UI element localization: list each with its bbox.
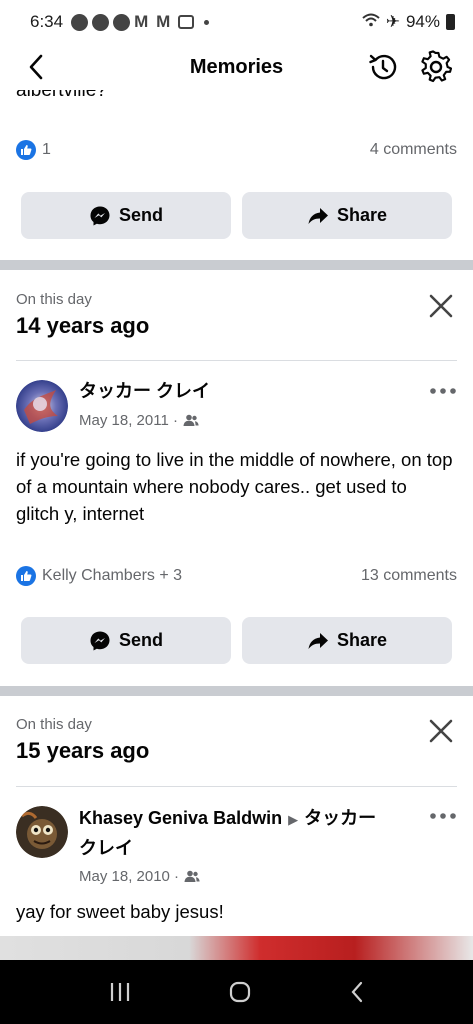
- post-actions: Send Share: [21, 192, 452, 239]
- send-label: Send: [118, 630, 163, 650]
- share-arrow-icon: [308, 207, 328, 224]
- post-date[interactable]: May 18, 2010 ·: [79, 868, 179, 885]
- post-actions: Send Share: [21, 617, 452, 664]
- post-meta: May 18, 2011 ·: [79, 412, 199, 429]
- years-ago-title: 15 years ago: [16, 738, 150, 763]
- messenger-notification-icon: [113, 13, 131, 31]
- author-name[interactable]: タッカー クレイ: [79, 377, 210, 406]
- system-nav-bar: [0, 960, 473, 1024]
- like-icon: [16, 140, 36, 160]
- section-rule: [16, 360, 457, 361]
- messenger-icon: [90, 631, 110, 650]
- memories-feed[interactable]: albertville? 1 4 comments Send Share On …: [0, 90, 473, 960]
- battery-icon: [446, 14, 455, 30]
- messenger-notification-icon: [92, 13, 110, 31]
- more-options-icon[interactable]: [429, 809, 457, 823]
- comments-count[interactable]: 4 comments: [370, 141, 457, 159]
- years-ago-title: 14 years ago: [16, 313, 150, 338]
- avatar[interactable]: [16, 380, 68, 432]
- comments-count[interactable]: 13 comments: [361, 567, 457, 585]
- close-icon[interactable]: [427, 717, 455, 745]
- close-icon[interactable]: [427, 292, 455, 320]
- reactions-row: 1 4 comments: [16, 140, 457, 160]
- avatar[interactable]: [16, 806, 68, 858]
- page-title: Memories: [189, 55, 284, 78]
- author-name: Khasey Geniva Baldwin ▶ タッカー クレイ: [79, 804, 413, 863]
- status-time: 6:34: [30, 12, 64, 31]
- post-text: yay for sweet baby jesus!: [16, 901, 224, 922]
- send-button[interactable]: Send: [21, 617, 231, 664]
- section-divider: [0, 686, 473, 696]
- share-button[interactable]: Share: [242, 617, 452, 664]
- friends-audience-icon: [183, 414, 199, 426]
- target-name-link[interactable]: クレイ: [79, 838, 133, 858]
- app-header: Memories: [0, 44, 473, 90]
- post-date[interactable]: May 18, 2011 ·: [79, 412, 178, 429]
- post-text-cutoff: albertville?: [16, 90, 107, 101]
- triangle-right-icon: ▶: [288, 812, 299, 827]
- on-this-day-label: On this day: [16, 716, 92, 733]
- share-arrow-icon: [308, 632, 328, 649]
- friends-audience-icon: [184, 870, 200, 882]
- like-icon: [16, 566, 36, 586]
- on-this-day-label: On this day: [16, 291, 92, 308]
- gear-icon[interactable]: [419, 50, 453, 84]
- share-label: Share: [336, 205, 388, 225]
- messenger-icon: [90, 206, 110, 225]
- send-button[interactable]: Send: [21, 192, 231, 239]
- chevron-left-icon[interactable]: [22, 52, 52, 82]
- target-name-link[interactable]: タッカー: [304, 808, 376, 828]
- history-icon[interactable]: [366, 50, 400, 84]
- send-label: Send: [118, 205, 163, 225]
- home-icon[interactable]: [228, 980, 252, 1004]
- gallery-notification-icon: [178, 15, 195, 29]
- messenger-notification-icon: [71, 13, 89, 31]
- like-count[interactable]: 1: [42, 141, 51, 159]
- post-photo[interactable]: [0, 936, 473, 960]
- post-meta: May 18, 2010 ·: [79, 868, 200, 885]
- more-options-icon[interactable]: [429, 384, 457, 398]
- notification-icons: [71, 12, 195, 32]
- wifi-icon: [362, 12, 380, 32]
- system-status: ✈ 94%: [362, 12, 455, 32]
- battery-percent: 94%: [405, 12, 440, 31]
- more-notifications-dot-icon: [204, 19, 210, 25]
- reactions-row: Kelly Chambers + 3 13 comments: [16, 566, 457, 586]
- author-name-link[interactable]: Khasey Geniva Baldwin: [79, 808, 282, 828]
- section-rule: [16, 786, 457, 787]
- back-nav-icon[interactable]: [349, 980, 365, 1004]
- share-label: Share: [336, 630, 388, 650]
- gmail-notification-icon: [134, 12, 152, 32]
- post-text: if you're going to live in the middle of…: [16, 449, 453, 524]
- gmail-notification-icon: [156, 12, 174, 32]
- status-bar: 6:34 ✈ 94%: [0, 0, 473, 44]
- recent-apps-icon[interactable]: [108, 981, 132, 1003]
- reactors-names[interactable]: Kelly Chambers + 3: [42, 567, 182, 585]
- section-divider: [0, 260, 473, 270]
- share-button[interactable]: Share: [242, 192, 452, 239]
- airplane-icon: ✈: [385, 12, 400, 31]
